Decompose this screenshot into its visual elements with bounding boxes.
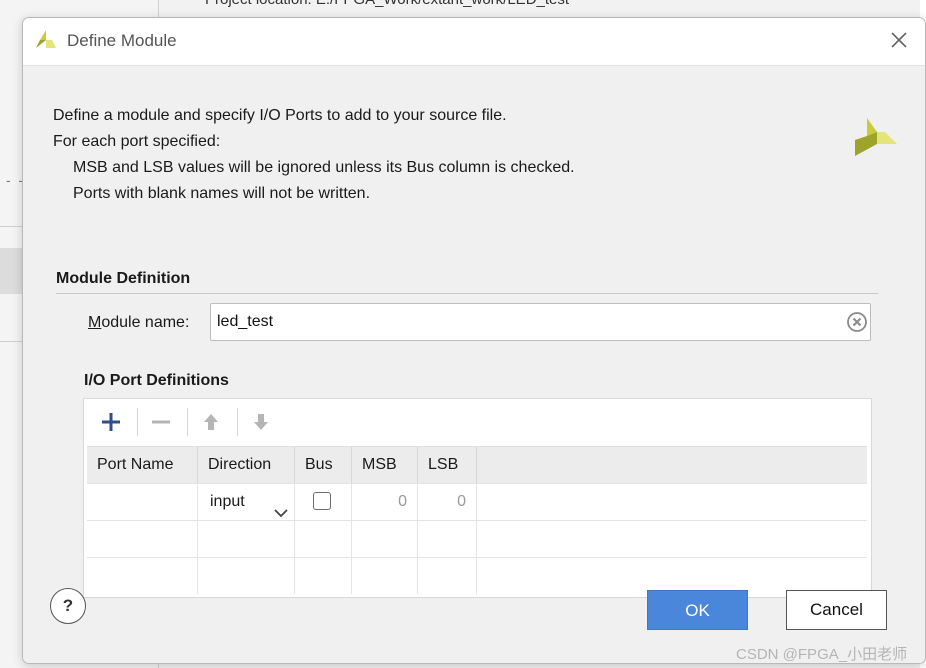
dialog-title: Define Module (67, 31, 177, 50)
background-divider (0, 226, 22, 227)
background-divider (0, 341, 22, 342)
column-header-lsb[interactable]: LSB (418, 447, 477, 483)
table-row[interactable] (87, 557, 867, 597)
table-row[interactable] (87, 520, 867, 557)
description-line: MSB and LSB values will be ignored unles… (73, 159, 575, 176)
module-name-input[interactable] (215, 304, 839, 340)
xilinx-logo-icon (853, 116, 899, 165)
lsb-cell[interactable]: 0 (418, 484, 477, 520)
port-table-toolbar (84, 399, 871, 445)
toolbar-separator (187, 408, 188, 436)
column-header-port-name[interactable]: Port Name (87, 447, 198, 483)
bus-checkbox[interactable] (313, 492, 331, 510)
clear-icon[interactable] (847, 312, 867, 337)
direction-value: input (210, 493, 245, 510)
move-down-icon[interactable] (246, 407, 276, 437)
empty-cell (352, 521, 418, 557)
define-module-dialog: Define Module Define a module and specif… (22, 17, 926, 664)
module-definition-title: Module Definition (56, 270, 191, 287)
io-port-definitions-title: I/O Port Definitions (84, 372, 229, 389)
empty-cell (87, 558, 198, 594)
toolbar-separator (137, 408, 138, 436)
empty-cell (295, 558, 352, 594)
module-name-label: Module name: (88, 314, 189, 332)
section-divider (56, 293, 878, 294)
description-line: Ports with blank names will not be writt… (73, 185, 371, 202)
column-header-direction[interactable]: Direction (198, 447, 295, 483)
move-up-icon[interactable] (196, 407, 226, 437)
ok-button[interactable]: OK (647, 590, 748, 630)
dialog-titlebar[interactable]: Define Module (23, 18, 925, 65)
io-port-table: Port Name Direction Bus MSB LSB input 0 … (83, 398, 872, 598)
cancel-button[interactable]: Cancel (786, 590, 887, 630)
background-project-location: Project location: E:/FPGA_Work/extant_wo… (205, 0, 569, 8)
module-name-field[interactable] (210, 303, 871, 341)
direction-dropdown[interactable]: input (198, 484, 295, 520)
column-header-bus[interactable]: Bus (295, 447, 352, 483)
empty-cell (418, 558, 477, 594)
close-icon[interactable] (887, 28, 911, 52)
table-header: Port Name Direction Bus MSB LSB (87, 446, 867, 483)
empty-cell (295, 521, 352, 557)
module-name-label-text: odule name: (101, 314, 190, 331)
empty-cell (198, 558, 295, 594)
xilinx-logo-icon (34, 28, 58, 57)
help-button[interactable]: ? (50, 588, 86, 624)
background-selected-item (0, 248, 22, 294)
description-line: Define a module and specify I/O Ports to… (53, 107, 507, 124)
module-name-label-mnemonic: M (88, 314, 102, 331)
msb-cell[interactable]: 0 (352, 484, 418, 520)
remove-icon[interactable] (146, 407, 176, 437)
bus-cell (295, 484, 352, 520)
empty-cell (352, 558, 418, 594)
empty-cell (418, 521, 477, 557)
description-line: For each port specified: (53, 133, 221, 150)
watermark: CSDN @FPGA_小田老师 (736, 646, 908, 663)
table-row[interactable]: input 0 0 (87, 483, 867, 520)
add-icon[interactable] (96, 407, 126, 437)
port-name-cell[interactable] (87, 484, 198, 520)
column-header-msb[interactable]: MSB (352, 447, 418, 483)
dialog-body: Define a module and specify I/O Ports to… (23, 65, 925, 663)
empty-cell (87, 521, 198, 557)
toolbar-separator (237, 408, 238, 436)
empty-cell (198, 521, 295, 557)
